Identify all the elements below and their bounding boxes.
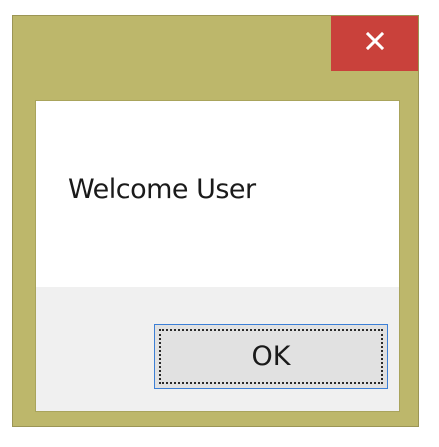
ok-button[interactable]: OK: [154, 324, 388, 389]
close-icon: [365, 31, 384, 55]
dialog-client-area: Welcome User OK: [35, 100, 400, 412]
ok-button-label: OK: [251, 341, 291, 372]
message-dialog-window: Welcome User OK: [12, 15, 419, 427]
title-bar[interactable]: [13, 16, 418, 100]
button-area: OK: [36, 287, 399, 411]
message-area: Welcome User: [36, 101, 399, 287]
close-button[interactable]: [331, 16, 418, 71]
message-text: Welcome User: [68, 174, 256, 205]
